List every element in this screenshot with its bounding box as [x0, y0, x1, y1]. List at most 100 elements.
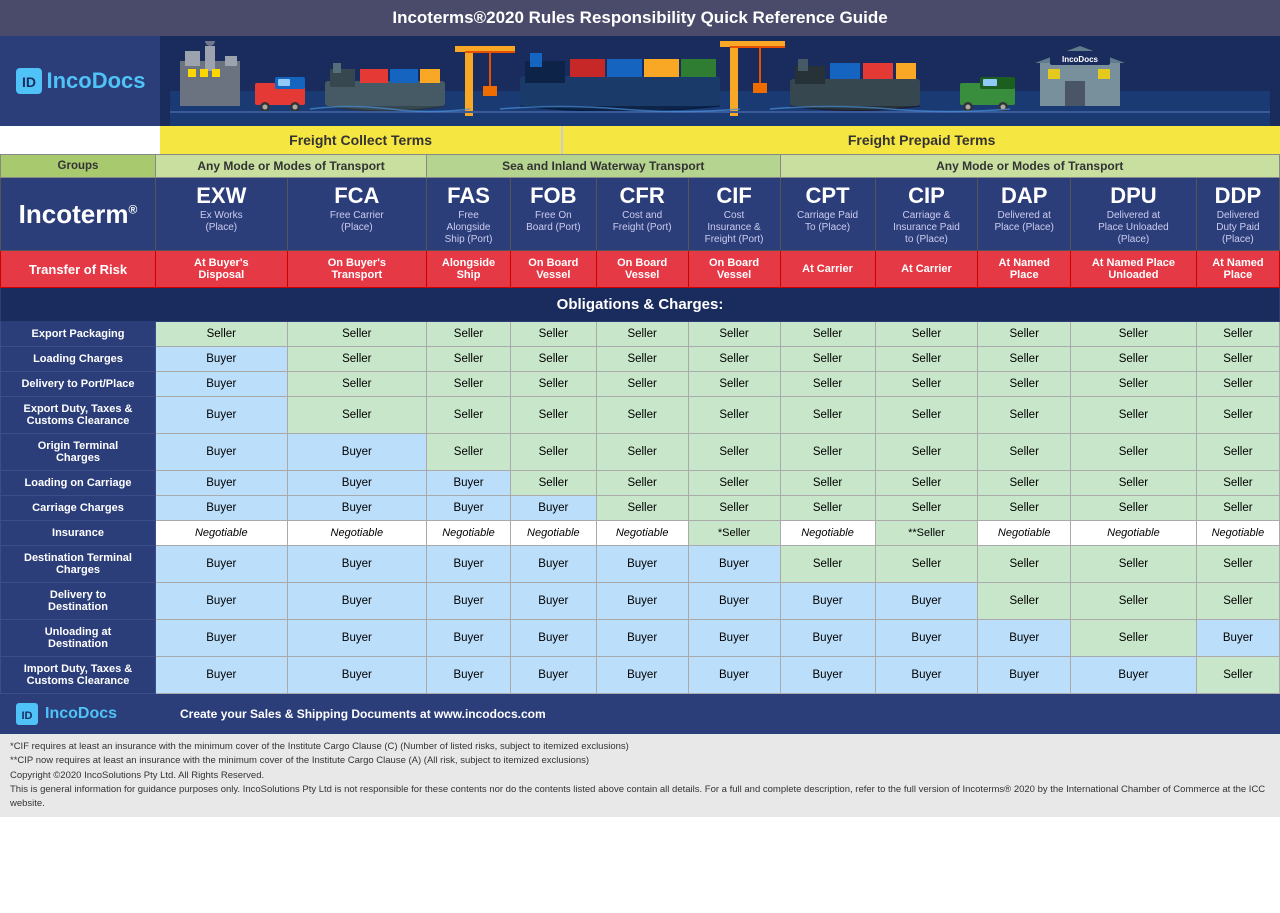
cell-2-9: Seller	[1071, 372, 1197, 397]
cell-6-5: Seller	[688, 496, 780, 521]
cell-7-6: Negotiable	[780, 521, 875, 546]
obligation-row-4: Origin Terminal ChargesBuyerBuyerSellerS…	[1, 434, 1280, 471]
row-label-8: Destination Terminal Charges	[1, 546, 156, 583]
cell-2-10: Seller	[1196, 372, 1279, 397]
logo-area: ID IncoDocs	[0, 36, 160, 126]
obligation-row-10: Unloading at DestinationBuyerBuyerBuyerB…	[1, 620, 1280, 657]
cell-1-8: Seller	[978, 347, 1071, 372]
logo-icon: ID	[14, 66, 44, 96]
cell-9-3: Buyer	[510, 583, 596, 620]
row-label-9: Delivery to Destination	[1, 583, 156, 620]
cell-3-7: Seller	[875, 397, 978, 434]
cell-4-9: Seller	[1071, 434, 1197, 471]
risk-CIP: At Carrier	[875, 251, 978, 288]
row-label-4: Origin Terminal Charges	[1, 434, 156, 471]
cell-4-2: Seller	[427, 434, 511, 471]
cell-9-10: Seller	[1196, 583, 1279, 620]
cell-5-5: Seller	[688, 471, 780, 496]
cell-10-9: Seller	[1071, 620, 1197, 657]
incoterm-CIF: CIF Cost Insurance & Freight (Port)	[688, 178, 780, 251]
cell-1-5: Seller	[688, 347, 780, 372]
row-label-3: Export Duty, Taxes & Customs Clearance	[1, 397, 156, 434]
cell-4-3: Seller	[510, 434, 596, 471]
cell-5-7: Seller	[875, 471, 978, 496]
footer-note-2: **CIP now requires at least an insurance…	[10, 754, 1270, 768]
illustration-area: IncoDocs	[160, 36, 1280, 126]
cell-11-2: Buyer	[427, 657, 511, 694]
cell-4-5: Seller	[688, 434, 780, 471]
cell-11-3: Buyer	[510, 657, 596, 694]
risk-CIF: On Board Vessel	[688, 251, 780, 288]
incoterm-DAP: DAP Delivered at Place (Place)	[978, 178, 1071, 251]
cell-4-10: Seller	[1196, 434, 1279, 471]
freight-terms-row: Freight Collect Terms Freight Prepaid Te…	[0, 126, 1280, 154]
risk-EXW: At Buyer's Disposal	[156, 251, 288, 288]
cell-1-10: Seller	[1196, 347, 1279, 372]
row-label-11: Import Duty, Taxes & Customs Clearance	[1, 657, 156, 694]
logo-docs: Docs	[92, 68, 146, 93]
cell-10-3: Buyer	[510, 620, 596, 657]
incoterm-CIP: CIP Carriage & Insurance Paid to (Place)	[875, 178, 978, 251]
cell-1-2: Seller	[427, 347, 511, 372]
cell-1-9: Seller	[1071, 347, 1197, 372]
cell-9-7: Buyer	[875, 583, 978, 620]
cell-11-4: Buyer	[596, 657, 688, 694]
cell-7-1: Negotiable	[287, 521, 426, 546]
cell-6-2: Buyer	[427, 496, 511, 521]
transfer-risk-row: Transfer of Risk At Buyer's Disposal On …	[1, 251, 1280, 288]
cell-10-4: Buyer	[596, 620, 688, 657]
cell-0-1: Seller	[287, 322, 426, 347]
cell-5-0: Buyer	[156, 471, 288, 496]
footer-logo-icon: ID	[15, 702, 39, 726]
obligation-row-11: Import Duty, Taxes & Customs ClearanceBu…	[1, 657, 1280, 694]
row-label-0: Export Packaging	[1, 322, 156, 347]
obligations-header-cell: Obligations & Charges:	[1, 288, 1280, 322]
risk-FOB: On Board Vessel	[510, 251, 596, 288]
cell-7-5: *Seller	[688, 521, 780, 546]
cell-1-4: Seller	[596, 347, 688, 372]
cell-11-1: Buyer	[287, 657, 426, 694]
logo-text: IncoDocs	[46, 68, 145, 94]
page-wrapper: Incoterms®2020 Rules Responsibility Quic…	[0, 0, 1280, 817]
footer-notes: *CIF requires at least an insurance with…	[0, 734, 1280, 817]
incoterm-FCA: FCA Free Carrier (Place)	[287, 178, 426, 251]
header-area: ID IncoDocs	[0, 36, 1280, 126]
risk-DPU: At Named Place Unloaded	[1071, 251, 1197, 288]
cell-10-8: Buyer	[978, 620, 1071, 657]
incoterm-label: Incoterm®	[1, 178, 156, 251]
group-any2-header: Any Mode or Modes of Transport	[780, 155, 1280, 178]
cell-3-4: Seller	[596, 397, 688, 434]
cell-5-6: Seller	[780, 471, 875, 496]
row-label-5: Loading on Carriage	[1, 471, 156, 496]
svg-text:ID: ID	[22, 710, 33, 722]
cell-1-7: Seller	[875, 347, 978, 372]
footer-note-1: *CIF requires at least an insurance with…	[10, 740, 1270, 754]
cell-0-10: Seller	[1196, 322, 1279, 347]
cell-3-2: Seller	[427, 397, 511, 434]
cell-5-10: Seller	[1196, 471, 1279, 496]
cell-6-3: Buyer	[510, 496, 596, 521]
risk-label: Transfer of Risk	[1, 251, 156, 288]
obligation-row-6: Carriage ChargesBuyerBuyerBuyerBuyerSell…	[1, 496, 1280, 521]
cell-3-10: Seller	[1196, 397, 1279, 434]
cell-7-4: Negotiable	[596, 521, 688, 546]
cell-9-4: Buyer	[596, 583, 688, 620]
cell-6-4: Seller	[596, 496, 688, 521]
cell-8-3: Buyer	[510, 546, 596, 583]
cell-8-9: Seller	[1071, 546, 1197, 583]
footer-logo-text: IncoDocs	[45, 705, 165, 723]
cell-3-0: Buyer	[156, 397, 288, 434]
cell-5-2: Buyer	[427, 471, 511, 496]
cell-4-1: Buyer	[287, 434, 426, 471]
cell-2-8: Seller	[978, 372, 1071, 397]
risk-FAS: Alongside Ship	[427, 251, 511, 288]
cell-2-7: Seller	[875, 372, 978, 397]
cell-11-0: Buyer	[156, 657, 288, 694]
cell-6-7: Seller	[875, 496, 978, 521]
cell-8-4: Buyer	[596, 546, 688, 583]
risk-DAP: At Named Place	[978, 251, 1071, 288]
cell-3-5: Seller	[688, 397, 780, 434]
cell-10-0: Buyer	[156, 620, 288, 657]
cell-9-5: Buyer	[688, 583, 780, 620]
cell-6-6: Seller	[780, 496, 875, 521]
